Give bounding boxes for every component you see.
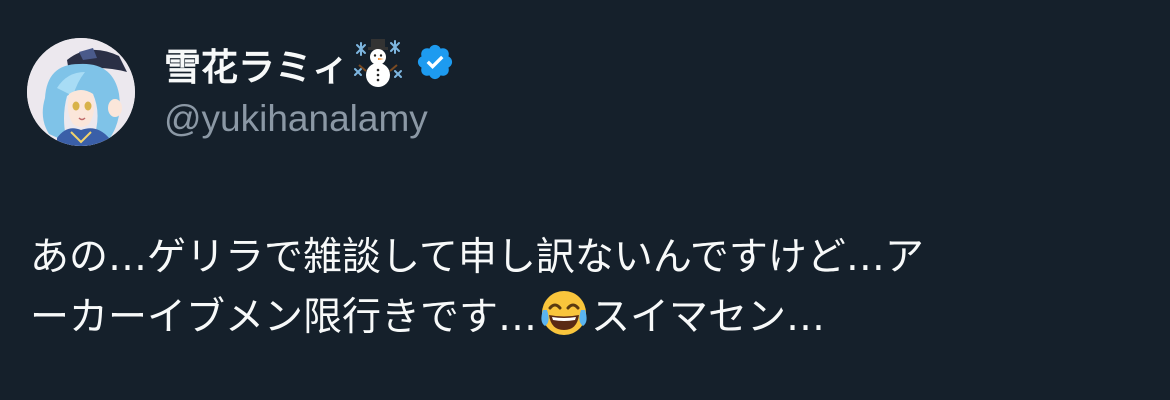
author-name-row[interactable]: 雪花ラミィ xyxy=(164,36,455,92)
author-handle[interactable]: @yukihanalamy xyxy=(164,98,428,140)
avatar-illustration-icon xyxy=(27,38,135,146)
tweet-text-segment: スイマセン… xyxy=(591,295,826,340)
tweet-text-line-1: あの…ゲリラで雑談して申し訳ないんですけど…ア xyxy=(30,235,924,280)
tweet-text-line-2: ーカーイブメン限行きです… スイマセン… xyxy=(30,288,1140,356)
verified-badge-icon[interactable] xyxy=(415,42,455,86)
display-name[interactable]: 雪花ラミィ xyxy=(164,37,349,91)
tweet-card: 雪花ラミィ @yukihanalamy あの…ゲリラで雑談して申し訳ないんですけ… xyxy=(0,0,1170,400)
snowman-with-snowflakes-emoji-icon xyxy=(351,37,405,91)
tweet-text: あの…ゲリラで雑談して申し訳ないんですけど…ア ーカーイブメン限行きです… スイ… xyxy=(30,228,1140,356)
profile-avatar[interactable] xyxy=(27,38,135,146)
tweet-text-segment: ーカーイブメン限行きです… xyxy=(30,295,538,340)
face-with-tears-of-joy-emoji-icon xyxy=(539,288,589,356)
